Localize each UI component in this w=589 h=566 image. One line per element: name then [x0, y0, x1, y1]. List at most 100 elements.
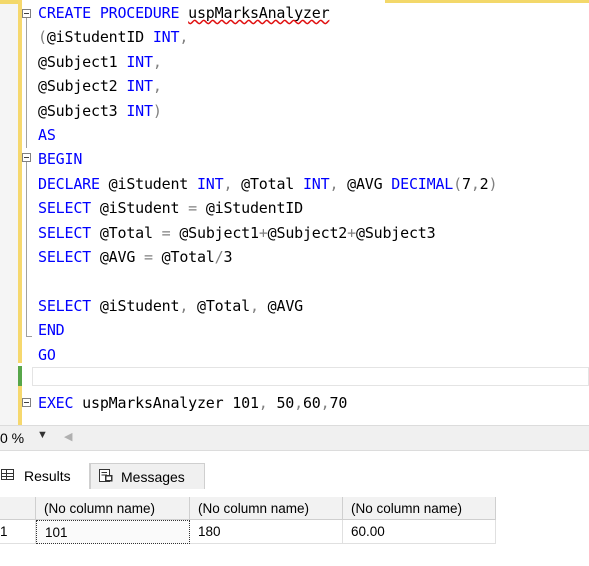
query-editor[interactable]: CREATE PROCEDURE uspMarksAnalyzer (@iStud…: [0, 0, 589, 425]
code-token: @AVG: [99, 248, 144, 266]
code-token: INT: [126, 52, 153, 71]
code-token: @iStudentID: [205, 199, 303, 218]
code-token: INT: [302, 174, 330, 193]
code-token: +: [258, 223, 268, 242]
code-token: (: [453, 174, 462, 193]
column-header[interactable]: (No column name): [190, 497, 343, 520]
code-token: SELECT: [38, 199, 100, 218]
column-header[interactable]: (No column name): [36, 497, 190, 520]
change-bar-unsaved: [18, 0, 22, 145]
code-token: @iStudent: [108, 174, 197, 193]
code-line[interactable]: BEGIN: [38, 148, 82, 170]
change-indicator: [0, 0, 18, 4]
code-token: +: [347, 223, 356, 242]
table-cell[interactable]: 180: [190, 520, 343, 544]
code-token: ,: [329, 174, 348, 193]
code-token: ,: [152, 77, 162, 96]
code-token: @Total: [196, 296, 250, 315]
code-token: 60: [302, 394, 321, 413]
code-token: uspMarksAnalyzer: [188, 4, 330, 22]
code-token: ,: [223, 174, 242, 193]
code-line[interactable]: (@iStudentID INT,: [38, 26, 188, 48]
code-token: uspMarksAnalyzer 101: [82, 394, 259, 413]
zoom-level[interactable]: 0 %: [0, 430, 24, 446]
code-token: AS: [38, 126, 56, 144]
code-token: (: [38, 28, 47, 47]
code-token: ,: [152, 52, 162, 71]
code-token: =: [143, 248, 162, 266]
row-number[interactable]: 1: [0, 520, 36, 544]
code-token: @Total: [161, 248, 215, 266]
code-token: GO: [38, 345, 56, 364]
code-line[interactable]: END: [38, 319, 65, 341]
code-token: 70: [329, 394, 348, 413]
code-token: @Subject1: [38, 52, 127, 71]
code-line[interactable]: CREATE PROCEDURE uspMarksAnalyzer: [38, 2, 330, 24]
grid-icon: [1, 469, 14, 480]
tab-results-label: Results: [24, 468, 71, 484]
code-token: DECLARE: [38, 174, 109, 193]
code-token: INT: [196, 174, 224, 193]
code-line[interactable]: DECLARE @iStudent INT, @Total INT, @AVG …: [38, 173, 498, 195]
tab-results[interactable]: Results: [0, 463, 90, 489]
messages-icon: [99, 469, 113, 482]
code-line[interactable]: SELECT @iStudent, @Total, @AVG: [38, 295, 303, 317]
code-line[interactable]: SELECT @AVG = @Total/3: [38, 246, 233, 268]
editor-status-bar: 0 % ▼ ◀: [0, 425, 589, 451]
code-token: @Total: [241, 174, 303, 193]
code-token: @iStudentID: [46, 28, 153, 47]
code-token: @iStudent: [99, 199, 189, 218]
code-token: BEGIN: [38, 150, 83, 169]
results-grid[interactable]: (No column name) (No column name) (No co…: [0, 489, 589, 566]
code-token: SELECT: [38, 296, 100, 315]
tab-messages[interactable]: Messages: [90, 463, 205, 489]
code-token: SELECT: [38, 223, 100, 242]
row-header-corner[interactable]: [0, 497, 36, 520]
code-token: @Subject2: [38, 77, 127, 96]
change-bar-saved: [18, 366, 22, 386]
code-line[interactable]: AS: [38, 124, 56, 146]
code-line[interactable]: @Subject1 INT,: [38, 51, 162, 73]
outline-line: [26, 162, 27, 336]
chevron-down-icon[interactable]: ▼: [37, 429, 48, 441]
code-token: @Subject3: [355, 223, 436, 242]
tab-messages-label: Messages: [121, 469, 185, 485]
code-token: ): [152, 101, 162, 120]
code-token: @iStudent: [99, 296, 180, 315]
outline-end: [26, 336, 32, 337]
column-header[interactable]: (No column name): [343, 497, 496, 520]
code-token: /: [214, 248, 224, 266]
code-line[interactable]: @Subject3 INT): [38, 100, 162, 122]
results-tabs: Results Messages: [0, 451, 589, 489]
code-line[interactable]: EXEC uspMarksAnalyzer 101, 50,60,70: [38, 392, 347, 414]
code-token: @AVG: [347, 174, 392, 193]
code-token: INT: [126, 77, 153, 96]
code-token: CREATE PROCEDURE: [38, 4, 189, 22]
table-cell[interactable]: 60.00: [343, 520, 496, 544]
code-token: ,: [249, 296, 268, 315]
code-token: @AVG: [267, 296, 304, 315]
code-token: INT: [126, 101, 153, 120]
code-token: @Subject3: [38, 101, 127, 120]
code-line[interactable]: SELECT @iStudent = @iStudentID: [38, 197, 303, 219]
code-token: ,: [179, 296, 197, 315]
selection-margin[interactable]: [0, 0, 18, 425]
scroll-left-icon[interactable]: ◀: [64, 430, 72, 443]
code-token: =: [161, 223, 180, 242]
code-token: 50: [276, 394, 295, 413]
outline-line: [26, 18, 27, 148]
table-cell[interactable]: 101: [36, 520, 190, 544]
code-token: ,: [179, 28, 189, 47]
code-line[interactable]: GO: [38, 344, 56, 366]
code-token: =: [188, 199, 206, 218]
collapse-icon[interactable]: [22, 153, 31, 162]
code-token: ,: [258, 394, 277, 413]
code-token: 2: [479, 174, 489, 193]
collapse-icon[interactable]: [22, 398, 31, 407]
code-line[interactable]: SELECT @Total = @Subject1+@Subject2+@Sub…: [38, 222, 436, 244]
collapse-icon[interactable]: [22, 9, 31, 18]
code-token: 3: [223, 248, 233, 266]
current-line-highlight: [32, 367, 589, 386]
code-line[interactable]: @Subject2 INT,: [38, 75, 162, 97]
code-token: @Subject2: [267, 223, 348, 242]
